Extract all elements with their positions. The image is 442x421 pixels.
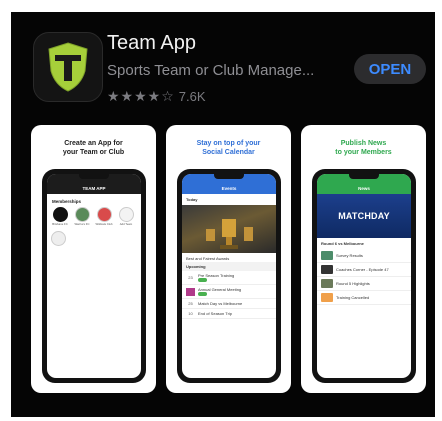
- star-rating-icon: ★★★★☆: [107, 88, 175, 104]
- hero-caption: Best and Fairest Awards: [186, 256, 230, 261]
- event-row[interactable]: 10 End of Season Trip: [182, 309, 276, 319]
- app-subtitle: Sports Team or Club Manage...: [107, 62, 315, 79]
- phone-frame: TEAM APP Memberships Brisbane FC Warrior…: [42, 169, 146, 383]
- news-thumb: [321, 279, 333, 288]
- app-title: Team App: [107, 32, 196, 54]
- membership-item[interactable]: Wildcats Club: [95, 207, 113, 226]
- screenshot-social-calendar[interactable]: Stay on top of your Social Calendar Even…: [166, 125, 291, 393]
- club-logo-icon: [96, 207, 112, 222]
- plus-icon: [118, 207, 134, 222]
- club-logo-icon: [74, 207, 90, 222]
- status-badge: [198, 292, 207, 296]
- section-title: Memberships: [52, 199, 82, 204]
- phone-notch: [79, 174, 109, 179]
- news-thumb: [321, 251, 333, 260]
- app-store-card[interactable]: Team App Sports Team or Club Manage... ★…: [11, 12, 435, 417]
- app-icon[interactable]: [33, 32, 103, 102]
- open-button[interactable]: OPEN: [354, 54, 426, 84]
- event-hero-image[interactable]: [182, 205, 276, 253]
- membership-item[interactable]: Add Team: [117, 207, 135, 226]
- trophy-icon: [206, 219, 253, 249]
- today-label: Today: [186, 197, 198, 202]
- membership-grid: Brisbane FC Warriors FC Wildcats Club Ad…: [47, 207, 141, 226]
- banner-text: MATCHDAY: [338, 211, 390, 221]
- news-item[interactable]: Round 5 Highlights: [317, 277, 411, 291]
- screenshot-caption: Publish News to your Members: [335, 140, 392, 156]
- shield-icon: [48, 42, 88, 92]
- upcoming-label: Upcoming: [182, 262, 276, 271]
- club-logo-icon: [52, 207, 68, 222]
- news-thumb: [321, 293, 333, 302]
- rating-count: 7.6K: [178, 89, 206, 104]
- screenshot-caption: Stay on top of your Social Calendar: [196, 140, 261, 156]
- event-thumb: [186, 287, 195, 296]
- phone-frame: News MATCHDAY Round 6 vs Melbourne Surve…: [312, 169, 416, 383]
- screenshot-create-app[interactable]: Create an App for your Team or Club TEAM…: [31, 125, 156, 393]
- screenshot-caption: Create an App for your Team or Club: [62, 140, 125, 156]
- news-item[interactable]: Survey Results: [317, 249, 411, 263]
- news-item[interactable]: Training Cancelled: [317, 291, 411, 305]
- phone-notch: [214, 174, 244, 179]
- membership-item[interactable]: Brisbane FC: [51, 207, 69, 226]
- rating-row: ★★★★☆ 7.6K: [107, 88, 206, 105]
- status-badge: [198, 278, 207, 282]
- phone-screen: TEAM APP Memberships Brisbane FC Warrior…: [47, 174, 141, 378]
- news-banner[interactable]: MATCHDAY: [317, 194, 411, 238]
- phone-screen: News MATCHDAY Round 6 vs Melbourne Surve…: [317, 174, 411, 378]
- event-row[interactable]: 25 Match Day vs Melbourne: [182, 299, 276, 309]
- event-row[interactable]: 23 Pre Season Training: [182, 271, 276, 285]
- news-lead: Round 6 vs Melbourne: [321, 241, 364, 246]
- screenshot-publish-news[interactable]: Publish News to your Members News MATCHD…: [301, 125, 426, 393]
- event-row[interactable]: Annual General Meeting: [182, 285, 276, 299]
- membership-item[interactable]: Warriors FC: [73, 207, 91, 226]
- news-item[interactable]: Coaches Corner - Episode 47: [317, 263, 411, 277]
- add-club-icon[interactable]: [51, 231, 66, 246]
- phone-screen: Events Today Best and Fairest Awards Upc…: [182, 174, 276, 378]
- news-thumb: [321, 265, 333, 274]
- phone-notch: [349, 174, 379, 179]
- phone-frame: Events Today Best and Fairest Awards Upc…: [177, 169, 281, 383]
